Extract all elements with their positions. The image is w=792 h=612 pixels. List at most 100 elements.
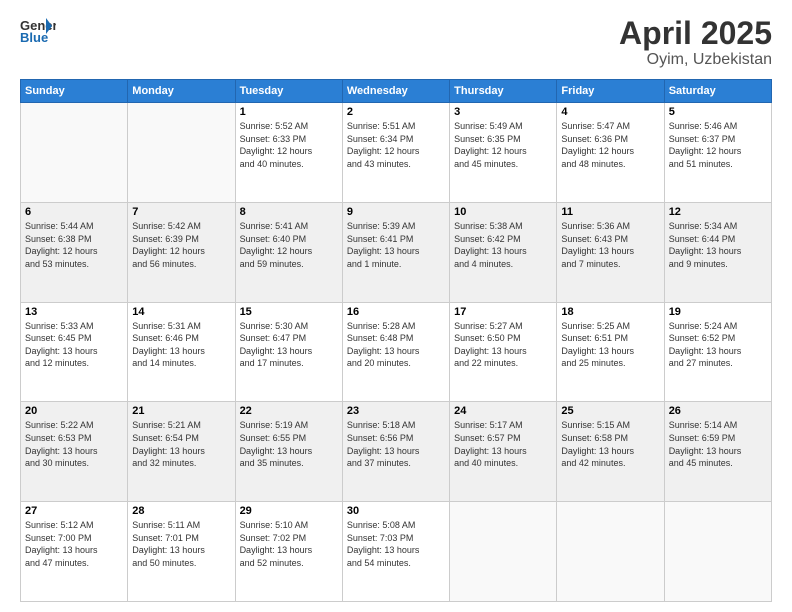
day-info: Sunrise: 5:24 AM Sunset: 6:52 PM Dayligh… xyxy=(669,320,767,370)
table-row: 22Sunrise: 5:19 AM Sunset: 6:55 PM Dayli… xyxy=(235,402,342,502)
day-number: 30 xyxy=(347,505,445,517)
day-number: 4 xyxy=(561,106,659,118)
calendar-week-row: 1 Sunrise: 5:52 AM Sunset: 6:33 PM Daylig… xyxy=(21,103,772,203)
table-row: 14 Sunrise: 5:31 AM Sunset: 6:46 PM Dayli… xyxy=(128,302,235,402)
day-number: 8 xyxy=(240,206,338,218)
day-number: 19 xyxy=(669,306,767,318)
day-number: 2 xyxy=(347,106,445,118)
day-info: Sunrise: 5:25 AM Sunset: 6:51 PM Dayligh… xyxy=(561,320,659,370)
day-info: Sunrise: 5:34 AM Sunset: 6:44 PM Dayligh… xyxy=(669,220,767,270)
table-row: 11 Sunrise: 5:36 AM Sunset: 6:43 PM Dayli… xyxy=(557,202,664,302)
table-row: 19 Sunrise: 5:24 AM Sunset: 6:52 PM Dayli… xyxy=(664,302,771,402)
table-row xyxy=(128,103,235,203)
col-saturday: Saturday xyxy=(664,80,771,103)
day-number: 12 xyxy=(669,206,767,218)
day-number: 7 xyxy=(132,206,230,218)
table-row xyxy=(557,502,664,602)
day-info: Sunrise: 5:21 AM Sunset: 6:54 PM Dayligh… xyxy=(132,419,230,469)
day-number: 13 xyxy=(25,306,123,318)
calendar-week-row: 27 Sunrise: 5:12 AM Sunset: 7:00 PM Dayli… xyxy=(21,502,772,602)
table-row: 1 Sunrise: 5:52 AM Sunset: 6:33 PM Daylig… xyxy=(235,103,342,203)
table-row: 10 Sunrise: 5:38 AM Sunset: 6:42 PM Dayli… xyxy=(450,202,557,302)
day-info: Sunrise: 5:46 AM Sunset: 6:37 PM Dayligh… xyxy=(669,120,767,170)
col-monday: Monday xyxy=(128,80,235,103)
table-row: 9 Sunrise: 5:39 AM Sunset: 6:41 PM Daylig… xyxy=(342,202,449,302)
calendar-week-row: 20 Sunrise: 5:22 AM Sunset: 6:53 PM Dayli… xyxy=(21,402,772,502)
table-row xyxy=(664,502,771,602)
table-row: 4 Sunrise: 5:47 AM Sunset: 6:36 PM Daylig… xyxy=(557,103,664,203)
day-number: 1 xyxy=(240,106,338,118)
col-friday: Friday xyxy=(557,80,664,103)
table-row: 30 Sunrise: 5:08 AM Sunset: 7:03 PM Dayli… xyxy=(342,502,449,602)
day-number: 26 xyxy=(669,405,767,417)
day-info: Sunrise: 5:51 AM Sunset: 6:34 PM Dayligh… xyxy=(347,120,445,170)
day-number: 9 xyxy=(347,206,445,218)
day-info: Sunrise: 5:47 AM Sunset: 6:36 PM Dayligh… xyxy=(561,120,659,170)
table-row: 2 Sunrise: 5:51 AM Sunset: 6:34 PM Daylig… xyxy=(342,103,449,203)
calendar-header-row: Sunday Monday Tuesday Wednesday Thursday… xyxy=(21,80,772,103)
day-info: Sunrise: 5:39 AM Sunset: 6:41 PM Dayligh… xyxy=(347,220,445,270)
table-row: 6 Sunrise: 5:44 AM Sunset: 6:38 PM Daylig… xyxy=(21,202,128,302)
day-info: Sunrise: 5:17 AM Sunset: 6:57 PM Dayligh… xyxy=(454,419,552,469)
day-info: Sunrise: 5:36 AM Sunset: 6:43 PM Dayligh… xyxy=(561,220,659,270)
day-info: Sunrise: 5:12 AM Sunset: 7:00 PM Dayligh… xyxy=(25,519,123,569)
title-section: April 2025 Oyim, Uzbekistan xyxy=(619,16,772,69)
month-title: April 2025 xyxy=(619,16,772,51)
table-row: 28 Sunrise: 5:11 AM Sunset: 7:01 PM Dayli… xyxy=(128,502,235,602)
table-row: 15Sunrise: 5:30 AM Sunset: 6:47 PM Dayli… xyxy=(235,302,342,402)
day-info: Sunrise: 5:15 AM Sunset: 6:58 PM Dayligh… xyxy=(561,419,659,469)
day-info: Sunrise: 5:30 AM Sunset: 6:47 PM Dayligh… xyxy=(240,320,338,370)
calendar-week-row: 6 Sunrise: 5:44 AM Sunset: 6:38 PM Daylig… xyxy=(21,202,772,302)
day-info: Sunrise: 5:49 AM Sunset: 6:35 PM Dayligh… xyxy=(454,120,552,170)
col-wednesday: Wednesday xyxy=(342,80,449,103)
logo: General Blue xyxy=(20,16,56,46)
day-info: Sunrise: 5:27 AM Sunset: 6:50 PM Dayligh… xyxy=(454,320,552,370)
day-info: Sunrise: 5:38 AM Sunset: 6:42 PM Dayligh… xyxy=(454,220,552,270)
day-number: 23 xyxy=(347,405,445,417)
day-number: 21 xyxy=(132,405,230,417)
day-number: 25 xyxy=(561,405,659,417)
day-number: 20 xyxy=(25,405,123,417)
table-row: 23 Sunrise: 5:18 AM Sunset: 6:56 PM Dayli… xyxy=(342,402,449,502)
table-row: 7Sunrise: 5:42 AM Sunset: 6:39 PM Daylig… xyxy=(128,202,235,302)
day-number: 28 xyxy=(132,505,230,517)
calendar-week-row: 13 Sunrise: 5:33 AM Sunset: 6:45 PM Dayli… xyxy=(21,302,772,402)
table-row: 12 Sunrise: 5:34 AM Sunset: 6:44 PM Dayli… xyxy=(664,202,771,302)
table-row: 8Sunrise: 5:41 AM Sunset: 6:40 PM Daylig… xyxy=(235,202,342,302)
table-row: 21 Sunrise: 5:21 AM Sunset: 6:54 PM Dayli… xyxy=(128,402,235,502)
table-row: 17 Sunrise: 5:27 AM Sunset: 6:50 PM Dayli… xyxy=(450,302,557,402)
day-number: 6 xyxy=(25,206,123,218)
table-row: 27 Sunrise: 5:12 AM Sunset: 7:00 PM Dayli… xyxy=(21,502,128,602)
table-row: 18 Sunrise: 5:25 AM Sunset: 6:51 PM Dayli… xyxy=(557,302,664,402)
table-row: 20 Sunrise: 5:22 AM Sunset: 6:53 PM Dayli… xyxy=(21,402,128,502)
col-sunday: Sunday xyxy=(21,80,128,103)
col-thursday: Thursday xyxy=(450,80,557,103)
day-info: Sunrise: 5:11 AM Sunset: 7:01 PM Dayligh… xyxy=(132,519,230,569)
table-row: 13 Sunrise: 5:33 AM Sunset: 6:45 PM Dayli… xyxy=(21,302,128,402)
table-row xyxy=(450,502,557,602)
page: General Blue April 2025 Oyim, Uzbekistan… xyxy=(0,0,792,612)
day-number: 27 xyxy=(25,505,123,517)
day-number: 11 xyxy=(561,206,659,218)
table-row: 25 Sunrise: 5:15 AM Sunset: 6:58 PM Dayli… xyxy=(557,402,664,502)
day-info: Sunrise: 5:31 AM Sunset: 6:46 PM Dayligh… xyxy=(132,320,230,370)
table-row: 5Sunrise: 5:46 AM Sunset: 6:37 PM Daylig… xyxy=(664,103,771,203)
day-info: Sunrise: 5:18 AM Sunset: 6:56 PM Dayligh… xyxy=(347,419,445,469)
table-row: 26 Sunrise: 5:14 AM Sunset: 6:59 PM Dayli… xyxy=(664,402,771,502)
col-tuesday: Tuesday xyxy=(235,80,342,103)
day-number: 14 xyxy=(132,306,230,318)
table-row: 16Sunrise: 5:28 AM Sunset: 6:48 PM Dayli… xyxy=(342,302,449,402)
logo-icon: General Blue xyxy=(20,16,56,46)
day-info: Sunrise: 5:08 AM Sunset: 7:03 PM Dayligh… xyxy=(347,519,445,569)
day-info: Sunrise: 5:14 AM Sunset: 6:59 PM Dayligh… xyxy=(669,419,767,469)
day-info: Sunrise: 5:22 AM Sunset: 6:53 PM Dayligh… xyxy=(25,419,123,469)
day-info: Sunrise: 5:44 AM Sunset: 6:38 PM Dayligh… xyxy=(25,220,123,270)
day-number: 3 xyxy=(454,106,552,118)
day-number: 10 xyxy=(454,206,552,218)
day-number: 18 xyxy=(561,306,659,318)
day-info: Sunrise: 5:52 AM Sunset: 6:33 PM Dayligh… xyxy=(240,120,338,170)
table-row: 24Sunrise: 5:17 AM Sunset: 6:57 PM Dayli… xyxy=(450,402,557,502)
day-info: Sunrise: 5:33 AM Sunset: 6:45 PM Dayligh… xyxy=(25,320,123,370)
day-number: 22 xyxy=(240,405,338,417)
day-number: 17 xyxy=(454,306,552,318)
